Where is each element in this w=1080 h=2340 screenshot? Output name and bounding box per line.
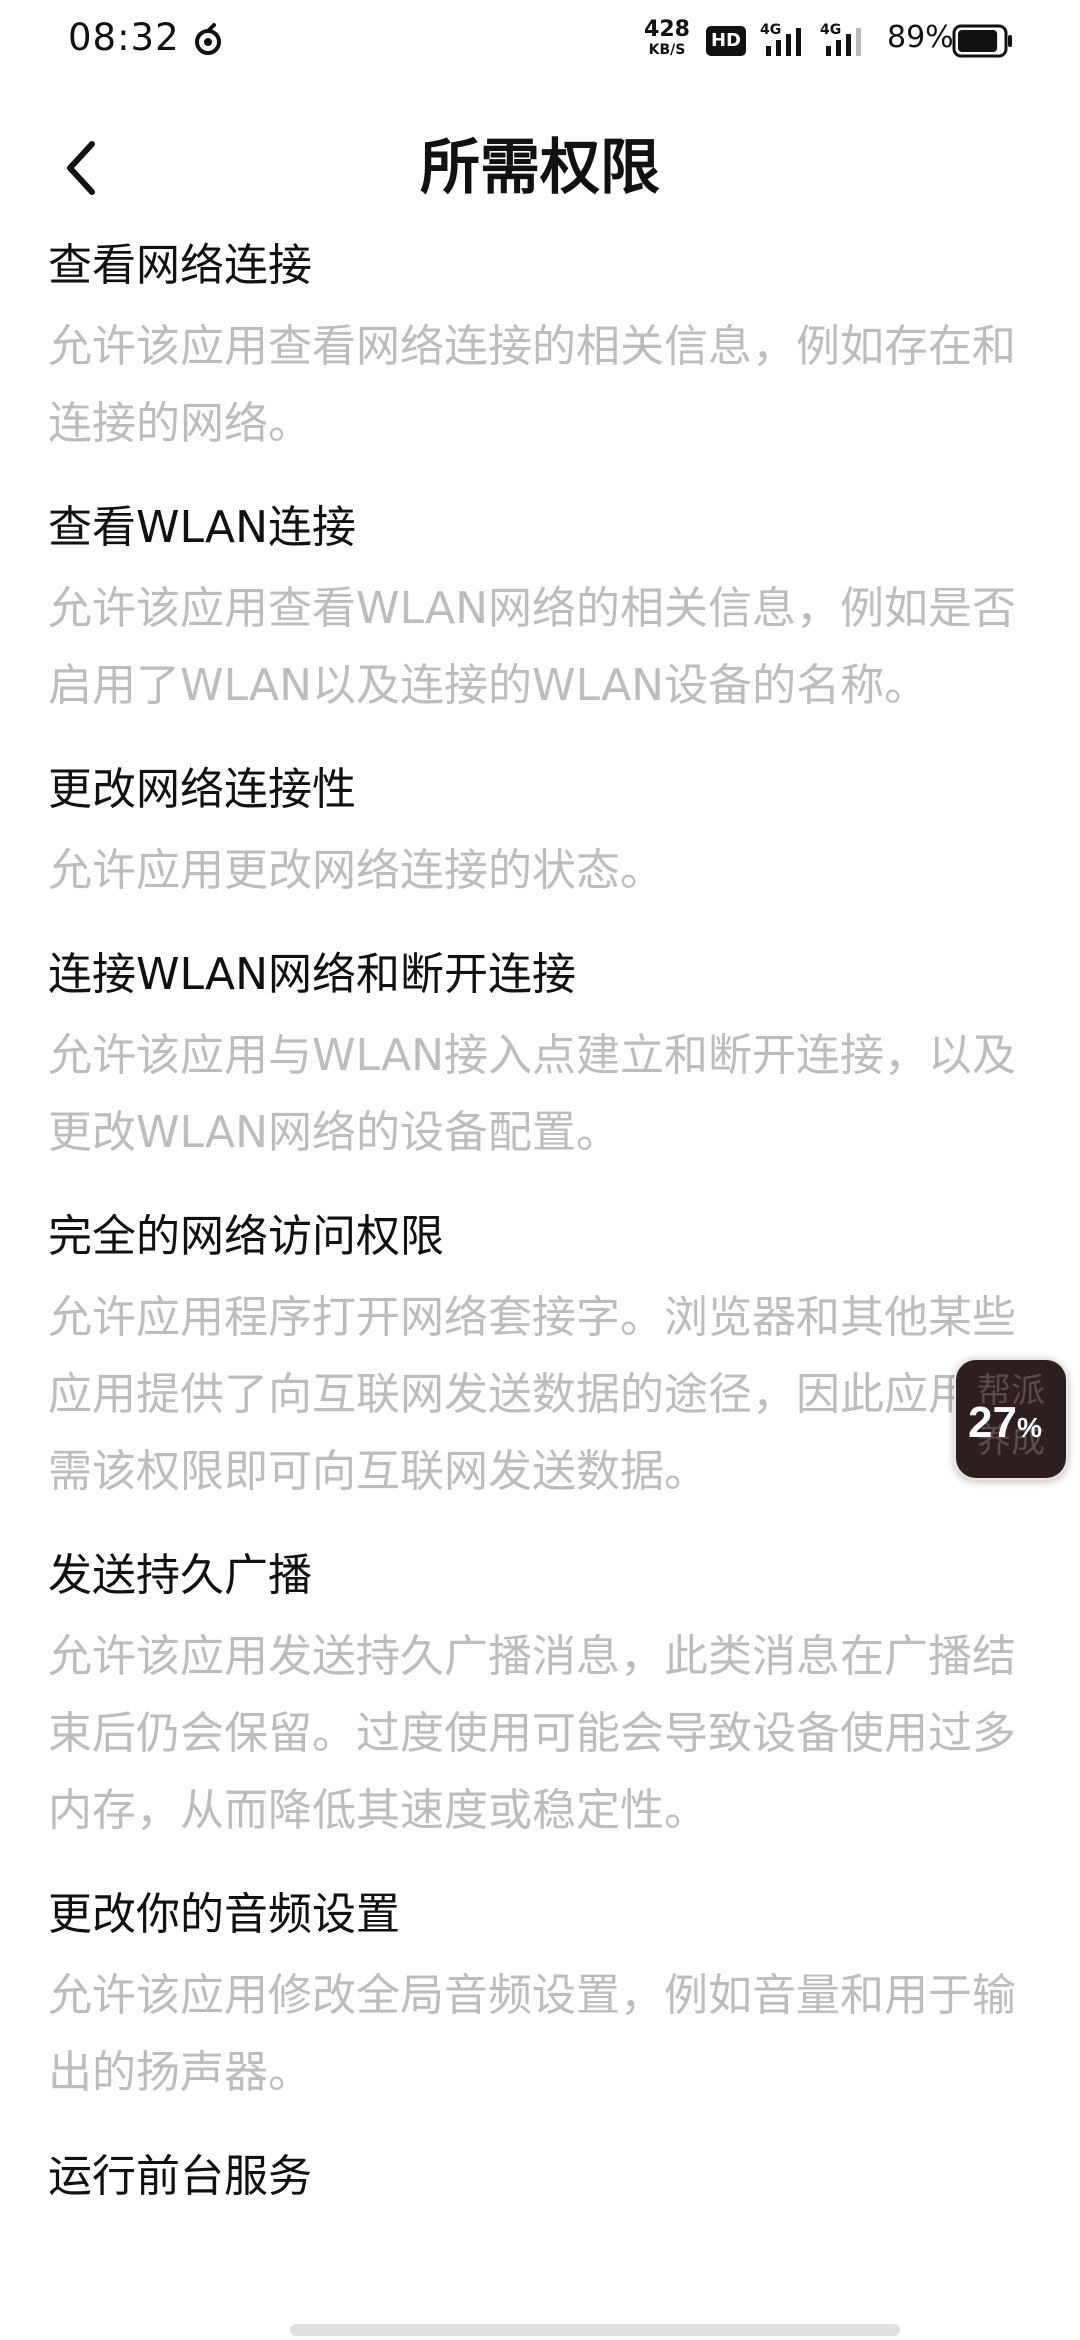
network-speed-unit: KB/S bbox=[648, 42, 686, 58]
permission-description: 允许该应用查看网络连接的相关信息，例如存在和连接的网络。 bbox=[48, 321, 1016, 449]
permission-description: 允许该应用发送持久广播消息，此类消息在广播结束后仍会保留。过度使用可能会导致设备… bbox=[48, 1631, 1016, 1836]
permission-item: 更改你的音频设置 允许该应用修改全局音频设置，例如音量和用于输出的扬声器。 bbox=[48, 1887, 1028, 2111]
permission-title: 发送持久广播 bbox=[48, 1550, 312, 1601]
permission-item: 连接WLAN网络和断开连接 允许该应用与WLAN接入点建立和断开连接，以及更改W… bbox=[48, 947, 1028, 1171]
permission-title: 更改网络连接性 bbox=[48, 764, 356, 815]
page-title: 所需权限 bbox=[420, 133, 660, 203]
widget-percent-value: 27 bbox=[968, 1398, 1017, 1447]
permission-title: 完全的网络访问权限 bbox=[48, 1211, 444, 1262]
permission-description: 允许该应用与WLAN接入点建立和断开连接，以及更改WLAN网络的设备配置。 bbox=[48, 1030, 1017, 1158]
permission-item: 查看WLAN连接 允许该应用查看WLAN网络的相关信息，例如是否启用了WLAN以… bbox=[48, 500, 1028, 724]
battery-icon bbox=[952, 24, 1014, 62]
permission-item: 查看网络连接 允许该应用查看网络连接的相关信息，例如存在和连接的网络。 bbox=[48, 238, 1028, 462]
hd-voice-icon: HD bbox=[706, 26, 746, 56]
permission-title: 更改你的音频设置 bbox=[48, 1889, 400, 1940]
battery-percent: 89% bbox=[887, 20, 954, 55]
permission-title: 连接WLAN网络和断开连接 bbox=[48, 949, 577, 1000]
header: 所需权限 bbox=[0, 110, 1080, 230]
permission-description: 允许该应用查看WLAN网络的相关信息，例如是否启用了WLAN以及连接的WLAN设… bbox=[48, 583, 1017, 711]
permission-description: 允许应用程序打开网络套接字。浏览器和其他某些应用提供了向互联网发送数据的途径，因… bbox=[48, 1292, 1016, 1497]
permission-description: 允许应用更改网络连接的状态。 bbox=[48, 845, 664, 896]
app-notification-icon bbox=[190, 22, 226, 58]
permission-item: 完全的网络访问权限 允许应用程序打开网络套接字。浏览器和其他某些应用提供了向互联… bbox=[48, 1209, 1028, 1510]
widget-percent-unit: % bbox=[1016, 1412, 1042, 1443]
floating-progress-widget[interactable]: 帮派养成 27% bbox=[954, 1358, 1068, 1480]
permission-title: 查看WLAN连接 bbox=[48, 502, 357, 553]
permission-title: 运行前台服务 bbox=[48, 2151, 312, 2202]
permission-item: 运行前台服务 bbox=[48, 2149, 1028, 2205]
status-bar: 08:32 428 KB/S HD 4G 4G 89% bbox=[0, 0, 1080, 84]
signal-strength-icon-sim1: 4G bbox=[760, 22, 810, 58]
permission-list: 查看网络连接 允许该应用查看网络连接的相关信息，例如存在和连接的网络。 查看WL… bbox=[48, 238, 1028, 2243]
permission-description: 允许该应用修改全局音频设置，例如音量和用于输出的扬声器。 bbox=[48, 1970, 1016, 2098]
permission-title: 查看网络连接 bbox=[48, 240, 312, 291]
network-speed: 428 KB/S bbox=[642, 17, 692, 60]
hd-label: HD bbox=[710, 30, 741, 51]
network-speed-value: 428 bbox=[644, 17, 690, 42]
permission-item: 更改网络连接性 允许应用更改网络连接的状态。 bbox=[48, 762, 1028, 909]
widget-percent: 27% bbox=[968, 1398, 1042, 1448]
status-time: 08:32 bbox=[68, 16, 180, 59]
permission-item: 发送持久广播 允许该应用发送持久广播消息，此类消息在广播结束后仍会保留。过度使用… bbox=[48, 1548, 1028, 1849]
signal-strength-icon-sim2: 4G bbox=[820, 22, 870, 58]
gesture-bar[interactable] bbox=[290, 2324, 900, 2336]
